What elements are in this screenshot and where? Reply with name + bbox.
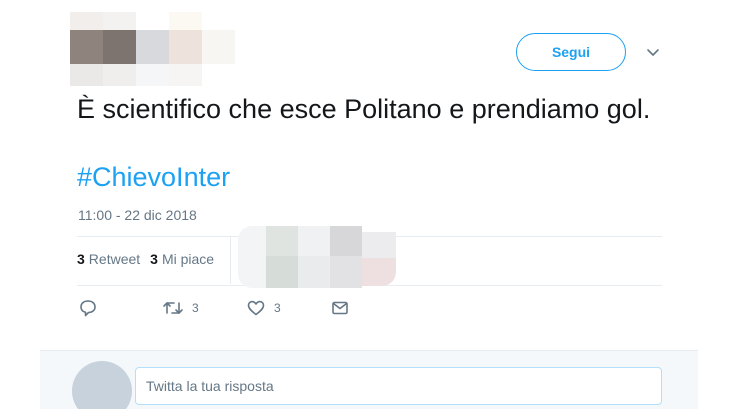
like-count: 3 [274, 301, 281, 315]
tweet-text: È scientifico che esce Politano e prendi… [77, 94, 651, 124]
direct-message-button[interactable] [330, 298, 350, 318]
follow-button-label: Segui [551, 44, 591, 60]
reply-input[interactable]: Twitta la tua risposta [135, 367, 662, 405]
hashtag-link[interactable]: #ChievoInter [77, 160, 230, 194]
retweet-button[interactable]: 3 [162, 298, 199, 318]
retweet-icon [162, 298, 184, 318]
follow-button[interactable]: Segui [516, 33, 626, 71]
envelope-icon [330, 298, 350, 318]
retweet-count: 3 [192, 301, 199, 315]
retweets-stat[interactable]: 3 Retweet [77, 251, 140, 267]
likes-count: 3 [150, 251, 158, 267]
likes-stat[interactable]: 3 Mi piace [150, 251, 214, 267]
retweets-count: 3 [77, 251, 85, 267]
chevron-down-icon[interactable] [645, 46, 661, 58]
reply-placeholder: Twitta la tua risposta [146, 378, 274, 394]
likers-avatars-blurred[interactable] [238, 226, 398, 288]
author-info-blurred[interactable] [70, 12, 235, 86]
tweet-timestamp[interactable]: 11:00 - 22 dic 2018 [78, 207, 197, 223]
stats-divider [230, 236, 231, 284]
tweet-stats: 3 Retweet 3 Mi piace [77, 251, 214, 267]
tweet-page: Segui È scientifico che esce Politano e … [0, 0, 736, 409]
reply-button[interactable] [78, 298, 98, 318]
like-button[interactable]: 3 [246, 298, 281, 318]
reply-icon [78, 298, 98, 318]
likes-label: Mi piace [161, 251, 215, 267]
retweets-label: Retweet [88, 251, 141, 267]
heart-icon [246, 298, 266, 318]
